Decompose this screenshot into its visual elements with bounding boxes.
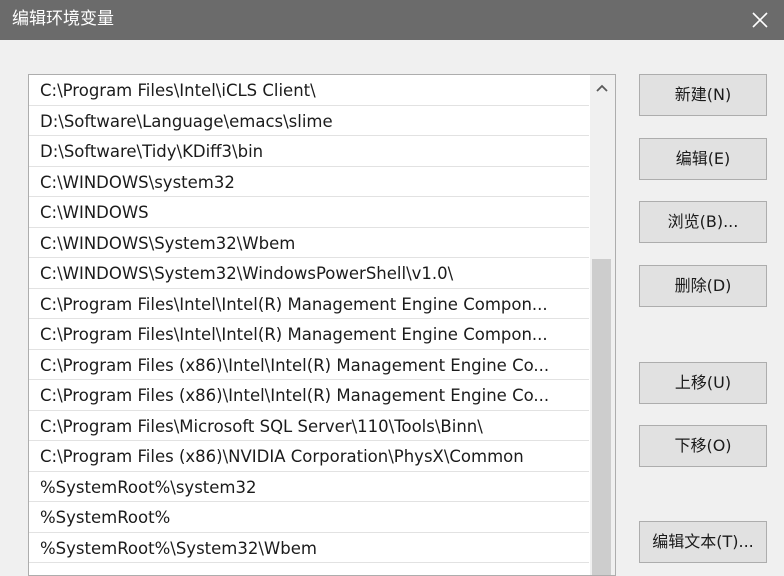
path-list-item[interactable]: %SystemRoot% (29, 502, 589, 533)
path-list-item[interactable]: D:\Software\Tidy\KDiff3\bin (29, 136, 589, 167)
path-list-item[interactable]: C:\Program Files (x86)\Intel\Intel(R) Ma… (29, 380, 589, 411)
edit-button[interactable]: 编辑(E) (639, 138, 767, 180)
browse-button[interactable]: 浏览(B)... (639, 201, 767, 243)
path-list-item[interactable]: C:\WINDOWS\system32 (29, 167, 589, 197)
delete-button[interactable]: 删除(D) (639, 265, 767, 307)
path-list-item[interactable]: C:\Program Files (x86)\NVIDIA Corporatio… (29, 441, 589, 472)
path-list[interactable]: C:\Program Files\Intel\iCLS Client\ D:\So… (28, 74, 616, 576)
move-up-button[interactable]: 上移(U) (639, 362, 767, 404)
path-list-item[interactable]: C:\Program Files\Microsoft SQL Server\11… (29, 411, 589, 441)
path-list-rows: C:\Program Files\Intel\iCLS Client\ D:\So… (29, 75, 589, 563)
close-icon (752, 12, 768, 28)
path-list-item[interactable]: C:\Program Files\Intel\iCLS Client\ (29, 75, 589, 106)
path-list-item[interactable]: %SystemRoot%\System32\Wbem (29, 533, 589, 563)
path-list-item[interactable]: C:\WINDOWS\System32\Wbem (29, 228, 589, 258)
title-bar: 编辑环境变量 (0, 0, 784, 40)
edit-text-button[interactable]: 编辑文本(T)... (639, 521, 767, 563)
scroll-up-button[interactable] (590, 75, 615, 103)
path-list-item[interactable]: %SystemRoot%\system32 (29, 472, 589, 502)
scrollbar-thumb[interactable] (592, 259, 611, 575)
path-list-item[interactable]: C:\Program Files\Intel\Intel(R) Manageme… (29, 319, 589, 350)
new-button[interactable]: 新建(N) (639, 74, 767, 116)
path-list-item[interactable]: C:\Program Files\Intel\Intel(R) Manageme… (29, 289, 589, 319)
move-down-button[interactable]: 下移(O) (639, 425, 767, 467)
path-list-item[interactable]: C:\WINDOWS (29, 197, 589, 228)
path-list-item[interactable]: D:\Software\Language\emacs\slime (29, 106, 589, 136)
close-button[interactable] (738, 0, 784, 40)
vertical-scrollbar[interactable] (590, 75, 615, 575)
path-list-item[interactable]: C:\Program Files (x86)\Intel\Intel(R) Ma… (29, 350, 589, 380)
path-list-item[interactable]: C:\WINDOWS\System32\WindowsPowerShell\v1… (29, 258, 589, 289)
chevron-up-icon (596, 84, 608, 92)
window-title: 编辑环境变量 (12, 9, 114, 29)
